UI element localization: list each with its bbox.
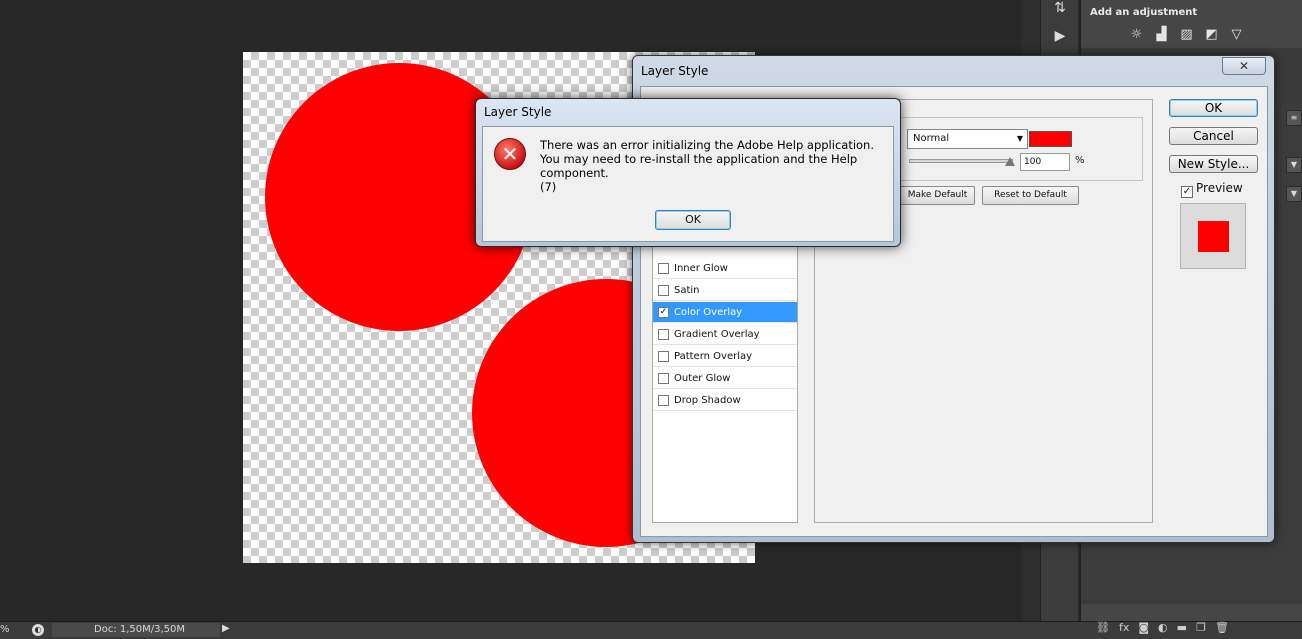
brightness-icon[interactable]: ☼ xyxy=(1127,26,1146,43)
style-item-label: Pattern Overlay xyxy=(674,351,753,362)
make-default-button[interactable]: Make Default xyxy=(900,186,975,205)
play-action-icon[interactable]: ▶ xyxy=(1051,28,1069,44)
panel-menu-icon[interactable]: ≡ xyxy=(1286,110,1302,126)
preview-checkbox-row[interactable]: ✓ Preview xyxy=(1181,181,1243,198)
reset-to-default-button[interactable]: Reset to Default xyxy=(982,186,1079,205)
zoom-level[interactable]: % xyxy=(0,624,10,635)
checkbox[interactable] xyxy=(658,395,669,406)
layers-footer: ⛓ fx ◙ ◐ ▬ ❐ 🗑 xyxy=(1096,621,1229,634)
cancel-button[interactable]: Cancel xyxy=(1169,127,1258,145)
error-ok-button[interactable]: OK xyxy=(655,210,731,230)
error-dialog-title: Layer Style xyxy=(484,105,552,119)
checkbox[interactable] xyxy=(658,373,669,384)
chevron-down-icon[interactable]: ▼ xyxy=(1286,157,1302,173)
preview-swatch xyxy=(1198,221,1229,252)
style-item-label: Outer Glow xyxy=(674,373,731,384)
dialog-title: Layer Style xyxy=(641,64,709,78)
adjustments-title: Add an adjustment xyxy=(1090,7,1198,18)
preview-thumbnail xyxy=(1180,203,1246,269)
overlay-color-swatch[interactable] xyxy=(1029,131,1072,147)
mask-icon[interactable]: ◙ xyxy=(1138,621,1149,634)
blend-mode-select[interactable]: Normal ▼ xyxy=(907,129,1028,149)
link-icon[interactable]: ⛓ xyxy=(1096,621,1110,634)
ok-button[interactable]: OK xyxy=(1169,99,1258,117)
preview-checkbox[interactable]: ✓ xyxy=(1181,186,1193,198)
opacity-slider[interactable] xyxy=(909,159,1013,163)
error-dialog-body: ✕ There was an error initializing the Ad… xyxy=(482,126,894,242)
error-icon: ✕ xyxy=(494,138,526,170)
style-item-label: Inner Glow xyxy=(674,263,728,274)
fx-icon[interactable]: fx xyxy=(1119,621,1129,634)
style-item-outer-glow[interactable]: Outer Glow xyxy=(653,368,797,389)
error-message: There was an error initializing the Adob… xyxy=(540,138,885,194)
levels-icon[interactable]: ▟ xyxy=(1152,26,1171,43)
blend-mode-value: Normal xyxy=(913,133,950,144)
error-dialog: Layer Style ✕ There was an error initial… xyxy=(475,98,901,247)
trash-icon[interactable]: 🗑 xyxy=(1215,621,1229,634)
preview-label: Preview xyxy=(1196,181,1243,195)
curves-icon[interactable]: ▨ xyxy=(1177,26,1196,43)
chevron-down-icon: ▼ xyxy=(1016,134,1023,143)
style-item-inner-glow[interactable]: Inner Glow xyxy=(653,258,797,279)
checkbox[interactable] xyxy=(658,263,669,274)
close-button[interactable]: ✕ xyxy=(1222,57,1266,75)
style-item-satin[interactable]: Satin xyxy=(653,280,797,301)
checkbox[interactable] xyxy=(658,351,669,362)
opacity-input[interactable]: 100 xyxy=(1020,153,1070,171)
adjustment-icons: ☼ ▟ ▨ ◩ ▽ xyxy=(1127,26,1246,43)
exposure-icon[interactable]: ◩ xyxy=(1202,26,1221,43)
style-item-label: Gradient Overlay xyxy=(674,329,760,340)
style-item-pattern-overlay[interactable]: Pattern Overlay xyxy=(653,346,797,367)
chevron-down-icon[interactable]: ▼ xyxy=(1286,186,1302,202)
folder-icon[interactable]: ▬ xyxy=(1177,621,1187,634)
status-info-icon[interactable]: ◐ xyxy=(32,624,44,636)
checkbox-checked[interactable]: ✓ xyxy=(658,307,669,318)
gradient-map-icon[interactable]: ▽ xyxy=(1227,26,1246,43)
new-layer-icon[interactable]: ❐ xyxy=(1196,621,1206,634)
status-menu-arrow-icon[interactable]: ▶ xyxy=(222,623,230,634)
checkbox[interactable] xyxy=(658,329,669,340)
opacity-slider-thumb[interactable] xyxy=(1005,157,1015,166)
checkbox[interactable] xyxy=(658,285,669,296)
history-icon[interactable]: ⇅ xyxy=(1051,0,1069,16)
error-message-text: There was an error initializing the Adob… xyxy=(540,138,874,180)
opacity-unit: % xyxy=(1075,155,1085,166)
style-item-label: Satin xyxy=(674,285,700,296)
style-item-color-overlay[interactable]: ✓ Color Overlay xyxy=(653,302,797,323)
style-item-gradient-overlay[interactable]: Gradient Overlay xyxy=(653,324,797,345)
style-item-drop-shadow[interactable]: Drop Shadow xyxy=(653,390,797,411)
doc-size-info: Doc: 1,50M/3,50M xyxy=(52,623,220,637)
error-code: (7) xyxy=(540,180,557,194)
style-item-label: Drop Shadow xyxy=(674,395,741,406)
style-item-label: Color Overlay xyxy=(674,307,743,318)
new-style-button[interactable]: New Style... xyxy=(1169,155,1258,173)
adjustment-layer-icon[interactable]: ◐ xyxy=(1158,621,1168,634)
